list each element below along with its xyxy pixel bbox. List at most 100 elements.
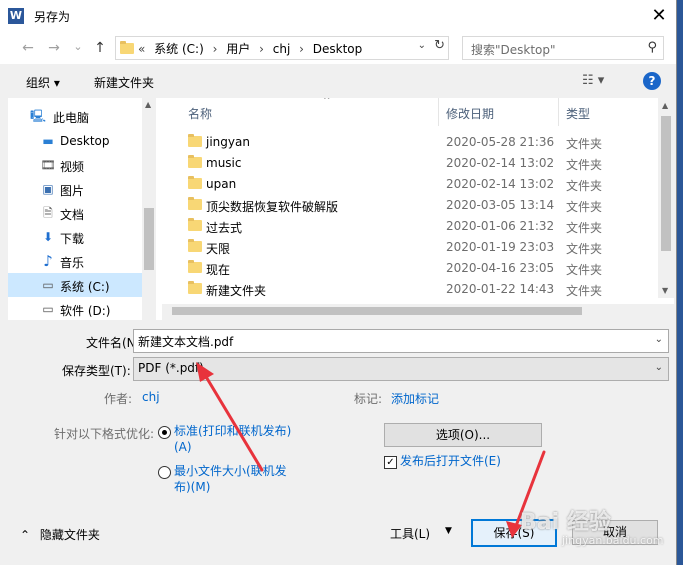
sidebar-item-label: 下载: [60, 232, 85, 246]
chevron-up-icon: ⌃: [20, 528, 31, 542]
sidebar-item-label: 视频: [60, 160, 85, 174]
breadcrumb-overflow[interactable]: «: [138, 42, 145, 56]
chevron-down-icon[interactable]: ⌄: [655, 334, 663, 345]
option-minimum-label[interactable]: 最小文件大小(联机发 布)(M): [174, 463, 287, 495]
address-bar[interactable]: « 系统 (C:) › 用户 › chj › Desktop ⌄ ↻: [115, 36, 449, 60]
sidebar-item-desktop[interactable]: ▬ Desktop: [8, 129, 148, 153]
breadcrumb-desktop[interactable]: Desktop: [313, 42, 363, 56]
breadcrumb-separator[interactable]: ›: [259, 42, 264, 56]
table-row[interactable]: 现在 2020-04-16 23:05 文件夹: [180, 258, 660, 279]
recent-locations-icon[interactable]: ⌄: [70, 40, 86, 53]
file-type: 文件夹: [566, 263, 603, 277]
folder-icon: [188, 155, 202, 168]
refresh-icon[interactable]: ↻: [434, 38, 445, 53]
file-date: 2020-04-16 23:05: [446, 261, 555, 275]
radio-standard[interactable]: [158, 426, 171, 439]
close-button[interactable]: ✕: [642, 0, 676, 32]
folder-icon: [188, 239, 202, 252]
sidebar-item-drive-c[interactable]: ▭ 系统 (C:): [8, 273, 148, 297]
open-after-publish-label[interactable]: 发布后打开文件(E): [400, 453, 501, 469]
sidebar-item-documents[interactable]: 🗎 文档: [8, 201, 148, 225]
author-label: 作者:: [104, 392, 133, 406]
tools-dropdown-icon[interactable]: ▼: [445, 526, 452, 536]
music-note-icon: ♪: [43, 252, 53, 270]
option-standard-line2: (A): [174, 440, 192, 454]
forward-arrow-icon[interactable]: →: [46, 40, 62, 56]
up-arrow-icon[interactable]: ↑: [92, 40, 108, 56]
sidebar-item-videos[interactable]: 🎞 视频: [8, 153, 148, 177]
sidebar-scrollbar[interactable]: ▲: [142, 98, 156, 320]
sidebar-item-label: 图片: [60, 184, 85, 198]
desktop-icon: ▬: [42, 134, 54, 148]
column-header-date[interactable]: 修改日期: [438, 98, 559, 126]
address-dropdown-icon[interactable]: ⌄: [418, 40, 426, 51]
search-icon[interactable]: ⚲: [647, 40, 657, 55]
download-icon: ⬇: [42, 230, 54, 244]
chevron-down-icon[interactable]: ⌄: [655, 362, 663, 373]
breadcrumb-separator[interactable]: ›: [213, 42, 218, 56]
scroll-down-icon[interactable]: ▼: [662, 286, 668, 295]
column-label: 类型: [566, 107, 591, 121]
file-list-vertical-scrollbar[interactable]: ▲ ▼: [658, 98, 674, 298]
vertical-scroll-thumb[interactable]: [661, 116, 671, 251]
sidebar-item-label: Desktop: [60, 134, 110, 148]
open-after-publish-checkbox[interactable]: ✓: [384, 456, 397, 469]
author-value[interactable]: chj: [142, 390, 160, 404]
table-row[interactable]: 新建文件夹 2020-01-22 14:43 文件夹: [180, 279, 660, 300]
scroll-up-icon[interactable]: ▲: [145, 100, 151, 109]
table-row[interactable]: upan 2020-02-14 13:02 文件夹: [180, 174, 660, 195]
sidebar-item-pictures[interactable]: ▣ 图片: [8, 177, 148, 201]
option-minimum-line2: 布)(M): [174, 480, 211, 494]
file-list-horizontal-scrollbar[interactable]: [162, 304, 674, 318]
filetype-select[interactable]: PDF (*.pdf) ⌄: [133, 357, 669, 381]
file-name: jingyan: [206, 135, 250, 149]
radio-minimum-size[interactable]: [158, 466, 171, 479]
breadcrumb-drive-c[interactable]: 系统 (C:): [154, 42, 204, 56]
breadcrumb-chj[interactable]: chj: [273, 42, 291, 56]
save-as-dialog: W 另存为 ✕ ← → ⌄ ↑ « 系统 (C:) › 用户 › chj › D…: [0, 0, 677, 565]
sort-ascending-icon: ^: [323, 98, 331, 106]
table-row[interactable]: 天限 2020-01-19 23:03 文件夹: [180, 237, 660, 258]
file-date: 2020-01-19 23:03: [446, 240, 555, 254]
table-row[interactable]: music 2020-02-14 13:02 文件夹: [180, 153, 660, 174]
new-folder-button[interactable]: 新建文件夹: [94, 74, 154, 91]
table-row[interactable]: 顶尖数据恢复软件破解版 2020-03-05 13:14 文件夹: [180, 195, 660, 216]
option-standard-label[interactable]: 标准(打印和联机发布) (A): [174, 423, 291, 455]
horizontal-scroll-thumb[interactable]: [172, 307, 582, 315]
filetype-label: 保存类型(T):: [62, 364, 131, 378]
organize-menu[interactable]: 组织 ▾: [26, 74, 60, 91]
file-date: 2020-05-28 21:36: [446, 135, 555, 149]
table-row[interactable]: jingyan 2020-05-28 21:36 文件夹: [180, 132, 660, 153]
hide-folders-button[interactable]: ⌃ 隐藏文件夹: [20, 526, 100, 543]
view-options-icon[interactable]: ☷ ▾: [582, 73, 604, 88]
filename-field[interactable]: 新建文本文档.pdf ⌄: [133, 329, 669, 353]
column-header-type[interactable]: 类型: [558, 98, 658, 126]
tools-menu[interactable]: 工具(L): [390, 525, 430, 542]
sidebar-item-music[interactable]: ♪ 音乐: [8, 249, 148, 273]
file-type: 文件夹: [566, 221, 603, 235]
file-date: 2020-01-22 14:43: [446, 282, 555, 296]
title-bar: W 另存为 ✕: [0, 0, 676, 32]
search-input[interactable]: 搜索"Desktop" ⚲: [462, 36, 664, 60]
navigation-pane: 🖳 此电脑 ▬ Desktop 🎞 视频 ▣ 图片 🗎 文档 ⬇ 下载 ♪ 音乐…: [8, 98, 162, 320]
sidebar-scroll-thumb[interactable]: [144, 208, 154, 270]
breadcrumb-users[interactable]: 用户: [226, 42, 250, 56]
file-name: 顶尖数据恢复软件破解版: [206, 200, 339, 214]
sidebar-item-this-pc[interactable]: 🖳 此电脑: [8, 104, 148, 128]
file-name: 现在: [206, 263, 231, 277]
options-button[interactable]: 选项(O)...: [384, 423, 542, 447]
breadcrumb-separator[interactable]: ›: [299, 42, 304, 56]
table-row[interactable]: 过去式 2020-01-06 21:32 文件夹: [180, 216, 660, 237]
computer-icon: 🖳: [30, 109, 47, 123]
back-arrow-icon[interactable]: ←: [20, 40, 36, 56]
scroll-up-icon[interactable]: ▲: [662, 101, 668, 110]
sidebar-item-downloads[interactable]: ⬇ 下载: [8, 225, 148, 249]
help-icon[interactable]: ?: [643, 72, 661, 90]
folder-icon: [188, 218, 202, 231]
column-header-name[interactable]: 名称 ^: [180, 98, 439, 126]
option-standard-line1: 标准(打印和联机发布): [174, 424, 292, 438]
sidebar-item-label: 文档: [60, 208, 85, 222]
add-tags-link[interactable]: 添加标记: [391, 390, 439, 407]
toolbar: 组织 ▾ 新建文件夹 ☷ ▾ ?: [0, 64, 676, 98]
sidebar-item-drive-d[interactable]: ▭ 软件 (D:): [8, 297, 148, 320]
